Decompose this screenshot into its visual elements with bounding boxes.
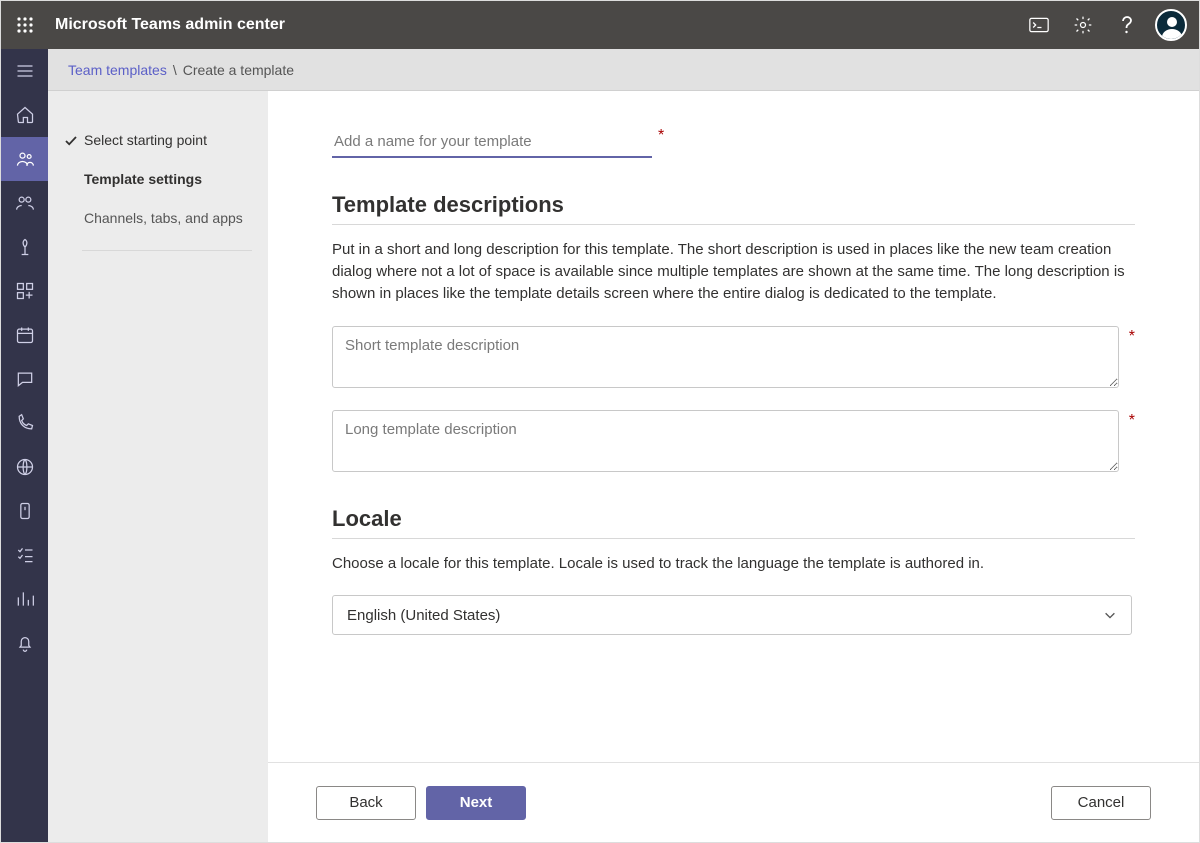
terminal-icon [1029,17,1049,33]
global-header: Microsoft Teams admin center [1,1,1199,49]
wizard-step-select-starting-point[interactable]: Select starting point [56,123,258,162]
wizard-divider [82,250,252,251]
phone-icon [15,413,35,433]
app-title: Microsoft Teams admin center [55,16,285,34]
locale-select-value: English (United States) [347,607,500,624]
nav-policy[interactable] [1,489,48,533]
bell-icon [15,633,35,653]
button-label: Cancel [1078,794,1125,811]
button-label: Next [460,794,493,811]
help-button[interactable] [1105,1,1149,49]
nav-analytics[interactable] [1,577,48,621]
wizard-step-label: Select starting point [84,131,207,150]
app-launcher-button[interactable] [9,9,41,41]
back-button[interactable]: Back [316,786,416,820]
breadcrumb: Team templates \ Create a template [48,49,1199,91]
nav-home[interactable] [1,93,48,137]
descriptions-helper-text: Put in a short and long description for … [332,239,1132,304]
wizard-step-label: Template settings [84,170,202,189]
required-indicator: * [658,127,664,145]
analytics-icon [15,589,35,609]
nav-messaging[interactable] [1,357,48,401]
main-panel: * Template descriptions Put in a short a… [268,91,1199,842]
next-button[interactable]: Next [426,786,526,820]
locale-select[interactable]: English (United States) [332,595,1132,635]
check-icon [63,133,79,149]
gear-icon [1073,15,1093,35]
nav-voice[interactable] [1,401,48,445]
long-description-input[interactable] [332,410,1119,472]
template-name-input[interactable] [332,127,652,158]
checklist-icon [15,545,35,565]
nav-devices[interactable] [1,225,48,269]
wizard-footer: Back Next Cancel [268,762,1199,842]
users-icon [15,193,35,213]
wizard-steps: Select starting point Template settings … [48,91,268,842]
waffle-icon [17,17,33,33]
nav-notifications[interactable] [1,621,48,665]
section-heading-locale: Locale [332,506,1135,532]
required-indicator: * [1129,328,1135,346]
settings-button[interactable] [1061,1,1105,49]
globe-icon [15,457,35,477]
nav-planning[interactable] [1,533,48,577]
nav-users[interactable] [1,181,48,225]
policy-icon [15,501,35,521]
breadcrumb-link-team-templates[interactable]: Team templates [68,62,167,78]
left-nav-rail [1,49,48,842]
wizard-step-template-settings[interactable]: Template settings [56,162,258,201]
breadcrumb-current: Create a template [183,62,294,78]
teams-icon [15,149,35,169]
locale-helper-text: Choose a locale for this template. Local… [332,553,1132,575]
nav-meetings[interactable] [1,313,48,357]
section-heading-descriptions: Template descriptions [332,192,1135,218]
account-avatar[interactable] [1155,9,1187,41]
command-bar-button[interactable] [1017,1,1061,49]
wizard-step-channels-tabs-apps[interactable]: Channels, tabs, and apps [56,201,258,240]
home-icon [15,105,35,125]
chevron-down-icon [1103,608,1117,622]
nav-apps[interactable] [1,269,48,313]
button-label: Back [349,794,382,811]
calendar-icon [15,325,35,345]
section-divider [332,224,1135,225]
nav-teams[interactable] [1,137,48,181]
wizard-step-label: Channels, tabs, and apps [84,209,243,228]
app-window: Microsoft Teams admin center [0,0,1200,843]
chat-icon [15,369,35,389]
nav-locations[interactable] [1,445,48,489]
required-indicator: * [1129,412,1135,430]
cancel-button[interactable]: Cancel [1051,786,1151,820]
section-divider [332,538,1135,539]
apps-icon [15,281,35,301]
help-icon [1120,15,1134,35]
devices-icon [15,237,35,257]
nav-toggle[interactable] [1,49,48,93]
short-description-input[interactable] [332,326,1119,388]
hamburger-icon [15,61,35,81]
breadcrumb-separator: \ [173,62,177,78]
